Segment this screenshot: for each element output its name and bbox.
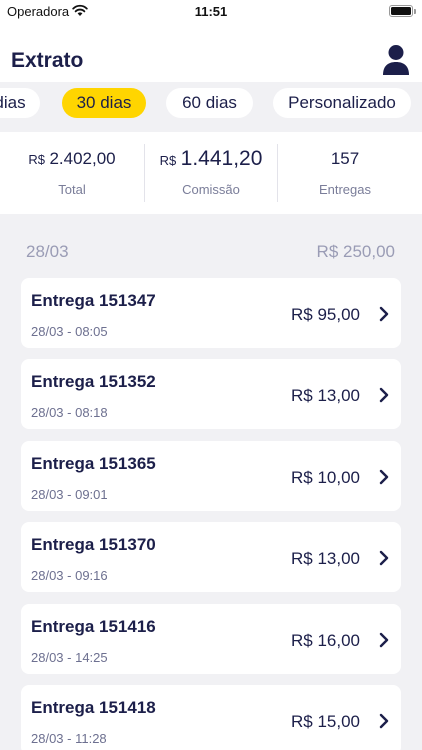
page-title: Extrato — [11, 49, 84, 72]
delivery-datetime: 28/03 - 09:01 — [31, 487, 108, 502]
total-value: 2.402,00 — [49, 149, 116, 168]
delivery-datetime: 28/03 - 08:18 — [31, 405, 108, 420]
commission-currency: R$ — [159, 153, 177, 168]
total-label: Total — [58, 182, 86, 197]
delivery-title: Entrega 151416 — [31, 617, 156, 636]
delivery-datetime: 28/03 - 08:05 — [31, 324, 108, 339]
chevron-right-icon — [379, 306, 389, 322]
delivery-card[interactable]: Entrega 151418 28/03 - 11:28 R$ 15,00 — [21, 685, 401, 750]
day-total: R$ 250,00 — [316, 242, 395, 261]
status-bar: Operadora 11:51 — [0, 0, 422, 24]
filter-chip-15-days[interactable]: dias — [0, 88, 40, 118]
delivery-datetime: 28/03 - 14:25 — [31, 650, 108, 665]
chevron-right-icon — [379, 469, 389, 485]
delivery-card[interactable]: Entrega 151352 28/03 - 08:18 R$ 13,00 — [21, 359, 401, 429]
commission-value: 1.441,20 — [180, 147, 263, 170]
delivery-title: Entrega 151418 — [31, 698, 156, 717]
delivery-card[interactable]: Entrega 151365 28/03 - 09:01 R$ 10,00 — [21, 441, 401, 511]
delivery-card[interactable]: Entrega 151347 28/03 - 08:05 R$ 95,00 — [21, 278, 401, 348]
deliveries-count: 157 — [330, 149, 360, 168]
person-icon[interactable] — [382, 44, 410, 76]
day-date: 28/03 — [26, 242, 69, 261]
delivery-amount: R$ 16,00 — [291, 631, 360, 650]
summary-deliveries: 157 Entregas — [278, 132, 412, 214]
chevron-right-icon — [379, 387, 389, 403]
summary-total: R$ 2.402,00 Total — [0, 132, 144, 214]
delivery-title: Entrega 151352 — [31, 372, 156, 391]
chevron-right-icon — [379, 632, 389, 648]
total-currency: R$ — [28, 152, 45, 167]
delivery-title: Entrega 151365 — [31, 454, 156, 473]
delivery-amount: R$ 13,00 — [291, 549, 360, 568]
filter-chip-custom[interactable]: Personalizado — [273, 88, 411, 118]
delivery-datetime: 28/03 - 09:16 — [31, 568, 108, 583]
filter-chip-60-days[interactable]: 60 dias — [166, 88, 253, 118]
battery-icon — [389, 5, 416, 17]
chevron-right-icon — [379, 713, 389, 729]
period-filter-bar: dias 30 dias 60 dias Personalizado — [0, 82, 422, 132]
delivery-card[interactable]: Entrega 151370 28/03 - 09:16 R$ 13,00 — [21, 522, 401, 592]
header: Extrato — [0, 24, 422, 82]
day-header: 28/03 R$ 250,00 — [0, 236, 422, 266]
delivery-title: Entrega 151370 — [31, 535, 156, 554]
deliveries-label: Entregas — [318, 182, 372, 197]
delivery-amount: R$ 10,00 — [291, 468, 360, 487]
summary-panel: R$ 2.402,00 Total R$ 1.441,20 Comissão 1… — [0, 132, 422, 214]
chevron-right-icon — [379, 550, 389, 566]
delivery-datetime: 28/03 - 11:28 — [31, 731, 107, 746]
commission-label: Comissão — [182, 182, 240, 197]
delivery-amount: R$ 95,00 — [291, 305, 360, 324]
summary-commission: R$ 1.441,20 Comissão — [145, 132, 277, 214]
delivery-amount: R$ 13,00 — [291, 386, 360, 405]
clock: 11:51 — [194, 4, 228, 19]
delivery-amount: R$ 15,00 — [291, 712, 360, 731]
delivery-title: Entrega 151347 — [31, 291, 156, 310]
delivery-card[interactable]: Entrega 151416 28/03 - 14:25 R$ 16,00 — [21, 604, 401, 674]
filter-chip-30-days[interactable]: 30 dias — [62, 88, 146, 118]
